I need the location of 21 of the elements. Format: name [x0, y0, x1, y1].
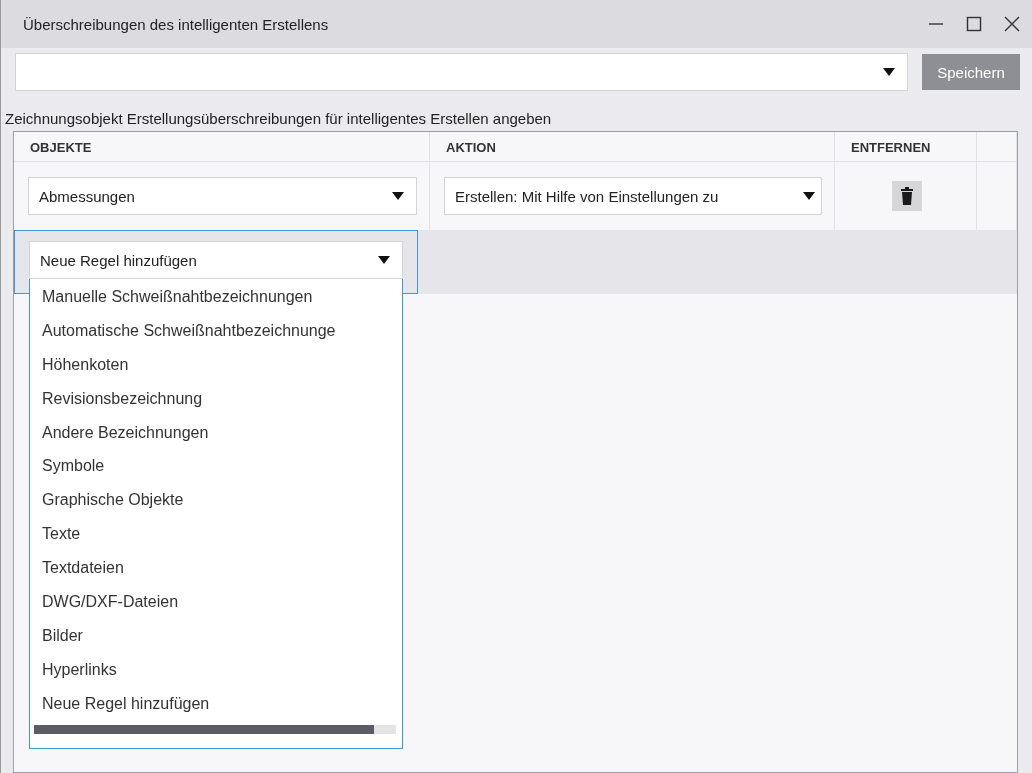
- instruction-text: Zeichnungsobjekt Erstellungsüberschreibungen für intelligentes Erstellen angeben: [4, 109, 553, 129]
- dropdown-option[interactable]: Textdateien: [30, 552, 402, 586]
- dropdown-option[interactable]: Graphische Objekte: [30, 484, 402, 519]
- dropdown-option[interactable]: Höhenkoten: [30, 348, 402, 383]
- dropdown-option[interactable]: Hyperlinks: [30, 653, 402, 688]
- dropdown-option[interactable]: Symbole: [30, 450, 402, 485]
- dropdown-option[interactable]: Automatische Schweißnahtbezeichnunge: [30, 314, 402, 349]
- new-rule-dropdown[interactable]: Neue Regel hinzufügen: [29, 241, 403, 279]
- dropdown-option[interactable]: Bilder: [30, 619, 402, 654]
- column-header: AKTION: [430, 132, 835, 162]
- dropdown-option[interactable]: Texte: [30, 518, 402, 553]
- dropdown-option[interactable]: Revisionsbezeichnung: [30, 382, 402, 417]
- object-dropdown[interactable]: Abmessungen: [28, 177, 417, 215]
- column-header: ENTFERNEN: [835, 132, 977, 162]
- dropdown-option[interactable]: DWG/DXF-Dateien: [30, 586, 402, 620]
- dropdown-option[interactable]: Neue Regel hinzufügen: [30, 687, 402, 722]
- column-header: OBJEKTE: [14, 132, 430, 162]
- dropdown-option[interactable]: Manuelle Schweißnahtbezeichnungen: [30, 281, 402, 315]
- dropdown-option[interactable]: Andere Bezeichnungen: [30, 416, 402, 451]
- window-title: Überschreibungen des intelligenten Erstellens: [23, 15, 329, 33]
- action-dropdown[interactable]: Erstellen: Mit Hilfe von Einstellungen zu: [444, 177, 822, 215]
